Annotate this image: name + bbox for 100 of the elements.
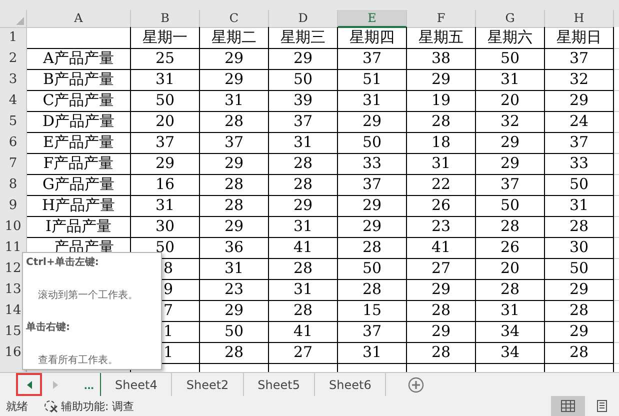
row-header[interactable]: 1	[0, 27, 27, 49]
table-cell: 41	[269, 321, 338, 343]
table-cell: 29	[545, 279, 614, 301]
table-cell: 51	[338, 69, 407, 91]
table-cell: 28	[407, 300, 476, 322]
row-header[interactable]: 11	[0, 237, 27, 259]
table-cell: 28	[269, 153, 338, 175]
table-cell: 星期一	[131, 27, 200, 49]
table-cell: 31	[476, 300, 545, 322]
row-header[interactable]: 7	[0, 153, 27, 175]
table-cell: 50	[269, 69, 338, 91]
table-cell: 星期二	[200, 27, 269, 49]
table-cell: 34	[476, 342, 545, 364]
table-cell: F产品产量	[27, 153, 131, 175]
table-cell: 34	[476, 321, 545, 343]
table-cell: 50	[476, 195, 545, 217]
table-cell: 20	[131, 111, 200, 133]
table-cell: 29	[200, 153, 269, 175]
plus-icon	[408, 376, 424, 392]
table-cell: H产品产量	[27, 195, 131, 217]
table-cell: E产品产量	[27, 132, 131, 154]
table-cell: 31	[131, 195, 200, 217]
table-cell: 31	[338, 90, 407, 112]
table-cell: A产品产量	[27, 48, 131, 70]
table-cell: 28	[476, 216, 545, 238]
column-header[interactable]: B	[131, 10, 200, 28]
table-cell: 33	[338, 153, 407, 175]
table-cell: C产品产量	[27, 90, 131, 112]
column-header[interactable]: H	[545, 10, 614, 28]
table-cell: 38	[407, 48, 476, 70]
table-cell: 29	[545, 321, 614, 343]
table-cell: 31	[338, 342, 407, 364]
table-cell: 28	[545, 216, 614, 238]
table-cell: 37	[338, 48, 407, 70]
table-cell: 29	[407, 69, 476, 91]
table-cell: 29	[545, 90, 614, 112]
table-cell: 26	[476, 237, 545, 259]
table-cell: 30	[131, 216, 200, 238]
column-header[interactable]: E	[338, 10, 407, 28]
table-cell: 50	[545, 258, 614, 280]
accessibility-status[interactable]: 辅助功能: 调查	[61, 398, 134, 414]
accessibility-icon[interactable]	[44, 399, 58, 413]
table-cell: I产品产量	[27, 216, 131, 238]
table-cell: 25	[131, 48, 200, 70]
table-cell: 29	[200, 69, 269, 91]
table-cell: 23	[407, 216, 476, 238]
normal-view-button[interactable]	[551, 396, 585, 416]
row-header[interactable]: 4	[0, 90, 27, 112]
page-icon	[596, 400, 608, 412]
table-cell: 29	[200, 300, 269, 322]
table-cell: 50	[338, 132, 407, 154]
table-cell: 39	[269, 90, 338, 112]
table-cell: 26	[407, 195, 476, 217]
table-cell: 29	[476, 132, 545, 154]
table-cell: 50	[131, 90, 200, 112]
status-text: 就绪	[6, 398, 28, 414]
table-cell: 15	[338, 300, 407, 322]
table-cell: 37	[338, 321, 407, 343]
row-header[interactable]: 3	[0, 69, 27, 91]
row-header[interactable]: 9	[0, 195, 27, 217]
table-cell: 29	[338, 216, 407, 238]
table-cell: 32	[545, 69, 614, 91]
left-triangle-icon	[26, 380, 32, 390]
table-cell: 50	[476, 48, 545, 70]
table-cell: 20	[476, 258, 545, 280]
table-cell: 29	[407, 321, 476, 343]
table-cell: 32	[476, 111, 545, 133]
table-cell: 28	[338, 279, 407, 301]
table-cell: 28	[338, 237, 407, 259]
row-header[interactable]: 2	[0, 48, 27, 70]
column-header[interactable]: A	[27, 10, 131, 28]
table-cell: 37	[131, 132, 200, 154]
tooltip-text: 查看所有工作表。	[37, 354, 119, 367]
column-header[interactable]: C	[200, 10, 269, 28]
table-cell: 41	[407, 237, 476, 259]
table-cell: 33	[545, 153, 614, 175]
table-cell: 27	[269, 342, 338, 364]
row-header[interactable]: 5	[0, 111, 27, 133]
column-header[interactable]: G	[476, 10, 545, 28]
row-header[interactable]: 6	[0, 132, 27, 154]
column-header[interactable]: D	[269, 10, 338, 28]
table-cell: 16	[131, 174, 200, 196]
table-cell: 50	[200, 321, 269, 343]
table-cell: 37	[545, 48, 614, 70]
table-cell: 37	[545, 132, 614, 154]
row-header[interactable]: 10	[0, 216, 27, 238]
table-cell: 31	[200, 258, 269, 280]
table-cell: 18	[407, 132, 476, 154]
table-cell: 31	[269, 216, 338, 238]
previous-sheet-button[interactable]	[16, 373, 42, 396]
table-cell: 37	[200, 132, 269, 154]
table-cell: G产品产量	[27, 174, 131, 196]
table-cell: 28	[269, 174, 338, 196]
column-header[interactable]: F	[407, 10, 476, 28]
table-cell: 31	[131, 69, 200, 91]
table-cell: 28	[269, 300, 338, 322]
table-cell: 37	[269, 111, 338, 133]
grid-icon	[561, 400, 575, 412]
table-cell: 28	[200, 111, 269, 133]
row-header[interactable]: 8	[0, 174, 27, 196]
